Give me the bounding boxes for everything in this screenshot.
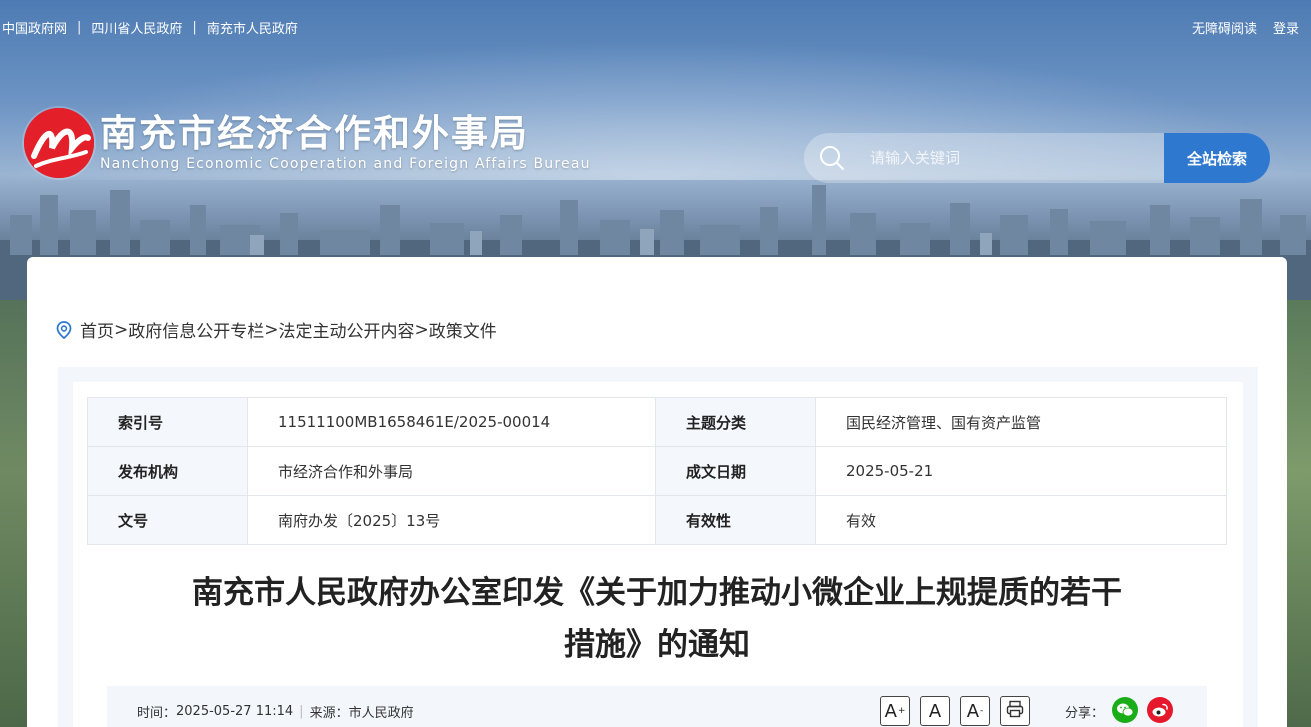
search-input[interactable]	[860, 133, 1164, 183]
table-row: 发布机构 市经济合作和外事局 成文日期 2025-05-21	[87, 446, 1227, 496]
table-row: 索引号 11511100MB1658461E/2025-00014 主题分类 国…	[87, 397, 1227, 447]
site-title-english: Nanchong Economic Cooperation and Foreig…	[100, 156, 591, 172]
index-value: 11511100MB1658461E/2025-00014	[247, 397, 656, 447]
link-separator: |	[192, 20, 197, 35]
breadcrumb-home[interactable]: 首页	[80, 317, 114, 342]
publisher-value: 市经济合作和外事局	[247, 446, 656, 496]
search-button[interactable]: 全站检索	[1164, 133, 1270, 183]
document-metadata-table: 索引号 11511100MB1658461E/2025-00014 主题分类 国…	[87, 397, 1227, 545]
logo-text: 南充市经济合作和外事局 Nanchong Economic Cooperatio…	[100, 112, 591, 173]
share-label: 分享：	[1065, 706, 1105, 721]
link-china-gov[interactable]: 中国政府网	[2, 18, 67, 37]
article-meta: 时间： 2025-05-27 11:14 | 来源： 市人民政府	[137, 702, 414, 721]
source-label: 来源：	[309, 706, 349, 721]
doc-number-label: 文号	[87, 495, 248, 545]
validity-label: 有效性	[655, 495, 816, 545]
publisher-label: 发布机构	[87, 446, 248, 496]
breadcrumb-policy[interactable]: 政策文件	[429, 317, 497, 342]
site-logo[interactable]: 南充市经济合作和外事局 Nanchong Economic Cooperatio…	[24, 108, 591, 178]
print-button[interactable]	[1000, 696, 1030, 726]
font-smaller-button[interactable]: A-	[960, 696, 990, 726]
wechat-share-icon[interactable]	[1112, 697, 1138, 723]
font-smaller-sup: -	[980, 706, 984, 716]
link-sichuan-gov[interactable]: 四川省人民政府	[91, 18, 182, 37]
link-nanchong-gov[interactable]: 南充市人民政府	[207, 18, 298, 37]
article-info-bar: 时间： 2025-05-27 11:14 | 来源： 市人民政府 A + A A-…	[107, 686, 1207, 727]
breadcrumb-separator: >	[414, 319, 429, 340]
table-row: 文号 南府办发〔2025〕13号 有效性 有效	[87, 495, 1227, 545]
accessibility-link[interactable]: 无障碍阅读	[1192, 18, 1257, 37]
font-larger-button[interactable]: A +	[880, 696, 910, 726]
site-title: 南充市经济合作和外事局	[100, 112, 529, 155]
article-title-line-2: 措施》的通知	[564, 627, 750, 663]
source-value: 市人民政府	[348, 706, 414, 721]
category-label: 主题分类	[655, 397, 816, 447]
link-separator: |	[77, 20, 82, 35]
external-links: 中国政府网 | 四川省人民政府 | 南充市人民政府	[2, 18, 298, 37]
publish-time: 2025-05-27 11:14	[176, 704, 294, 719]
top-bar-actions: 无障碍阅读 登录	[1192, 18, 1299, 37]
written-date-value: 2025-05-21	[815, 446, 1227, 496]
font-larger-label: A	[884, 700, 897, 722]
login-link[interactable]: 登录	[1273, 18, 1299, 37]
doc-number-value: 南府办发〔2025〕13号	[247, 495, 656, 545]
printer-icon	[1006, 700, 1024, 723]
location-pin-icon	[56, 320, 72, 339]
written-date-label: 成文日期	[655, 446, 816, 496]
breadcrumb: 首页 > 政府信息公开专栏 > 法定主动公开内容 > 政策文件	[56, 317, 497, 342]
breadcrumb-statutory[interactable]: 法定主动公开内容	[279, 317, 415, 342]
article-title-line-1: 南充市人民政府办公室印发《关于加力推动小微企业上规提质的若干	[192, 575, 1122, 611]
breadcrumb-separator: >	[114, 319, 129, 340]
meta-divider: |	[299, 704, 304, 719]
validity-value: 有效	[815, 495, 1227, 545]
font-larger-sup: +	[897, 706, 906, 716]
article-title: 南充市人民政府办公室印发《关于加力推动小微企业上规提质的若干 措施》的通知	[110, 567, 1204, 671]
time-label: 时间：	[137, 706, 177, 721]
bureau-emblem-icon	[24, 108, 94, 178]
category-value: 国民经济管理、国有资产监管	[815, 397, 1227, 447]
breadcrumb-separator: >	[264, 319, 279, 340]
font-normal-label: A	[928, 700, 942, 722]
breadcrumb-gov-info[interactable]: 政府信息公开专栏	[128, 317, 264, 342]
top-bar: 中国政府网 | 四川省人民政府 | 南充市人民政府 无障碍阅读 登录	[0, 0, 1311, 52]
font-smaller-label: A	[966, 700, 980, 722]
index-label: 索引号	[87, 397, 248, 447]
weibo-share-icon[interactable]	[1147, 697, 1173, 723]
site-search: 全站检索	[804, 133, 1270, 183]
search-icon	[804, 133, 860, 183]
font-normal-button[interactable]: A	[920, 696, 950, 726]
